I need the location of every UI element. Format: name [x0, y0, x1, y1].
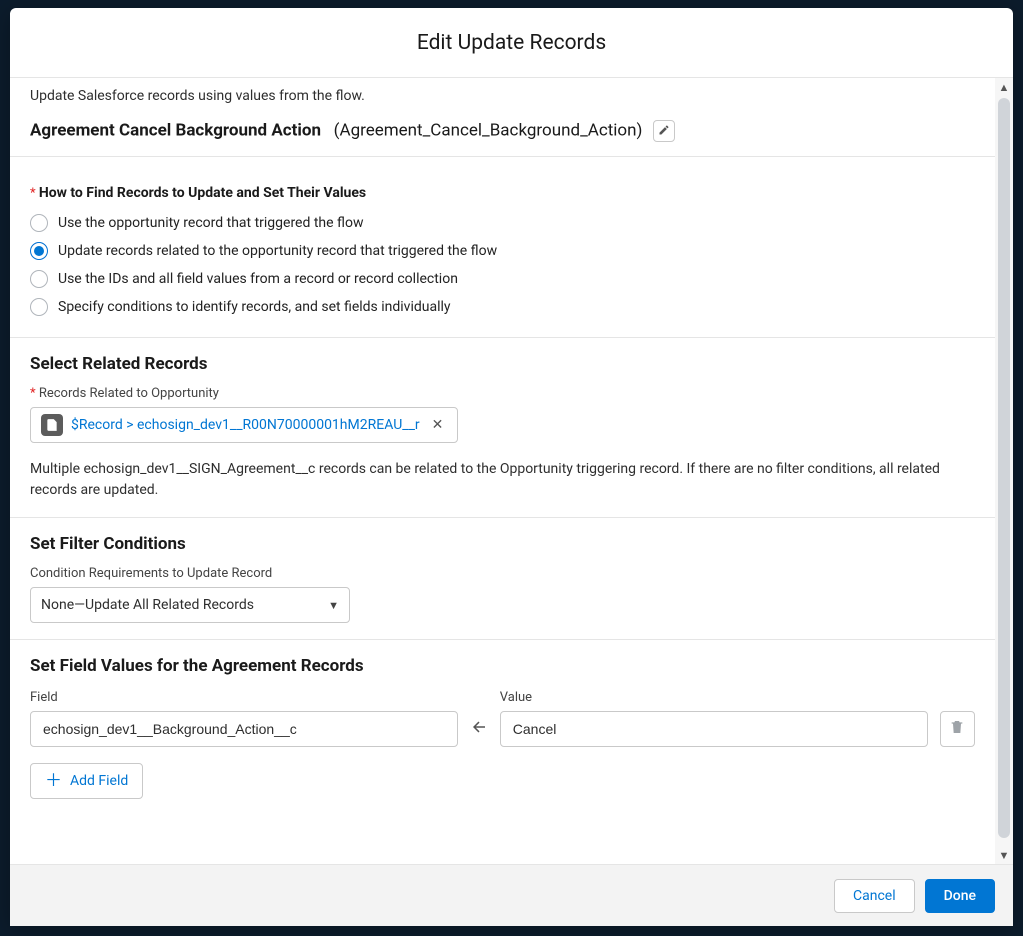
filter-conditions-section: Set Filter Conditions Condition Requirem… [10, 518, 995, 639]
how-to-find-question: How to Find Records to Update and Set Th… [30, 185, 975, 201]
done-button[interactable]: Done [925, 879, 995, 913]
cancel-button-label: Cancel [853, 888, 896, 904]
modal-body: Update Salesforce records using values f… [10, 78, 1013, 864]
value-input[interactable] [500, 711, 928, 747]
assignment-arrow [470, 711, 488, 747]
remove-pill-button[interactable]: ✕ [428, 417, 448, 433]
field-input[interactable] [30, 711, 458, 747]
element-label: Agreement Cancel Background Action [30, 120, 321, 140]
arrow-left-icon [470, 718, 488, 740]
intro-text: Update Salesforce records using values f… [10, 88, 995, 114]
related-record-resource-input[interactable]: $Record > echosign_dev1__R00N70000001hM2… [30, 407, 458, 443]
edit-name-button[interactable] [653, 120, 675, 142]
scroll-down-button[interactable]: ▼ [995, 846, 1013, 864]
value-column-label: Value [500, 690, 928, 705]
delete-row-button[interactable] [940, 711, 975, 747]
radio-icon [30, 214, 48, 232]
cancel-button[interactable]: Cancel [834, 879, 915, 913]
radio-icon [30, 270, 48, 288]
condition-requirements-select[interactable]: None—Update All Related Records ▼ [30, 587, 350, 623]
modal-footer: Cancel Done [10, 864, 1013, 926]
set-field-values-section: Set Field Values for the Agreement Recor… [10, 640, 995, 815]
radio-label: Update records related to the opportunit… [58, 243, 497, 259]
radio-label: Specify conditions to identify records, … [58, 299, 451, 315]
condition-requirements-label: Condition Requirements to Update Record [30, 566, 975, 581]
edit-update-records-modal: Edit Update Records Update Salesforce re… [10, 8, 1013, 926]
radio-option-use-triggering-record[interactable]: Use the opportunity record that triggere… [30, 209, 975, 237]
scroll-up-button[interactable]: ▲ [995, 78, 1013, 96]
set-field-values-heading: Set Field Values for the Agreement Recor… [30, 656, 975, 676]
related-records-help-text: Multiple echosign_dev1__SIGN_Agreement__… [30, 459, 975, 501]
field-column-label: Field [30, 690, 458, 705]
select-related-records-heading: Select Related Records [30, 354, 975, 374]
add-field-button[interactable]: ＋ Add Field [30, 763, 143, 799]
modal-scroll-area[interactable]: Update Salesforce records using values f… [10, 78, 995, 864]
x-icon: ✕ [432, 417, 444, 433]
condition-requirements-value: None—Update All Related Records [41, 597, 254, 613]
radio-icon [30, 242, 48, 260]
pencil-icon [658, 121, 670, 141]
modal-title: Edit Update Records [417, 31, 606, 55]
how-to-find-section: How to Find Records to Update and Set Th… [10, 157, 995, 337]
radio-option-specify-conditions[interactable]: Specify conditions to identify records, … [30, 293, 975, 321]
chevron-down-icon: ▼ [328, 599, 339, 612]
filter-conditions-heading: Set Filter Conditions [30, 534, 975, 554]
records-related-label: Records Related to Opportunity [30, 386, 975, 401]
element-api-name: (Agreement_Cancel_Background_Action) [334, 120, 643, 140]
radio-label: Use the opportunity record that triggere… [58, 215, 364, 231]
radio-label: Use the IDs and all field values from a … [58, 271, 458, 287]
scroll-thumb[interactable] [998, 98, 1010, 838]
vertical-scrollbar[interactable]: ▲ ▼ [995, 78, 1013, 864]
done-button-label: Done [944, 888, 976, 904]
radio-option-use-ids[interactable]: Use the IDs and all field values from a … [30, 265, 975, 293]
radio-option-update-related[interactable]: Update records related to the opportunit… [30, 237, 975, 265]
radio-icon [30, 298, 48, 316]
element-name-line: Agreement Cancel Background Action (Agre… [10, 114, 995, 156]
related-record-pill-text: $Record > echosign_dev1__R00N70000001hM2… [71, 417, 420, 433]
trash-icon [949, 719, 965, 739]
how-to-find-radio-group: Use the opportunity record that triggere… [30, 209, 975, 321]
plus-icon: ＋ [45, 773, 62, 790]
modal-header: Edit Update Records [10, 8, 1013, 78]
record-icon [41, 414, 63, 436]
select-related-records-section: Select Related Records Records Related t… [10, 338, 995, 517]
add-field-label: Add Field [70, 773, 128, 789]
